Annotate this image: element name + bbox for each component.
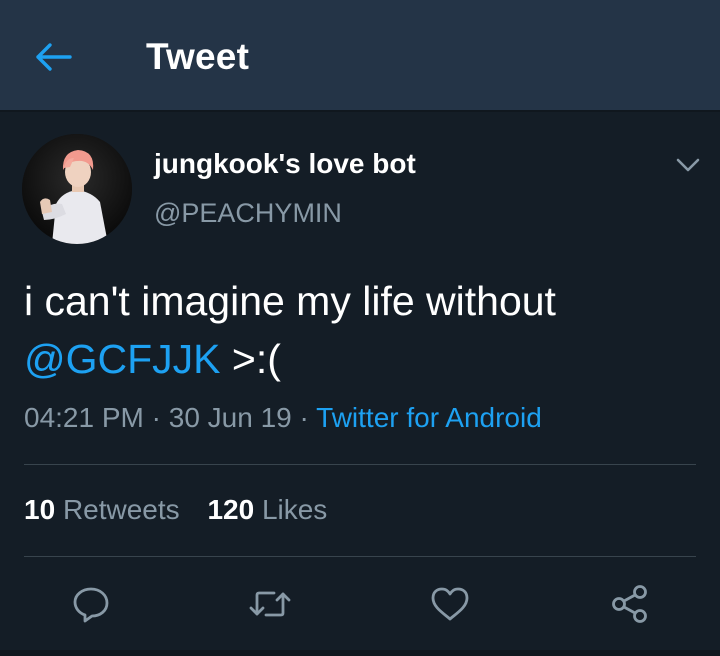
tweet-text-body: i can't imagine my life without bbox=[24, 278, 556, 324]
retweets-label: Retweets bbox=[62, 494, 180, 525]
like-button[interactable] bbox=[428, 582, 472, 626]
retweet-button[interactable] bbox=[248, 582, 292, 626]
tweet-text-tail: >:( bbox=[220, 336, 281, 382]
divider bbox=[24, 556, 696, 557]
tweet-stats: 10 Retweets 120 Likes bbox=[24, 494, 327, 526]
reply-icon bbox=[73, 587, 109, 623]
top-app-bar: Tweet bbox=[0, 0, 720, 112]
heart-icon bbox=[431, 587, 469, 621]
bottom-divider bbox=[0, 650, 720, 656]
chevron-down-icon bbox=[676, 158, 700, 172]
divider bbox=[24, 464, 696, 465]
display-name[interactable]: jungkook's love bot bbox=[154, 148, 416, 180]
tweet-options-button[interactable] bbox=[670, 150, 706, 180]
meta-separator: · bbox=[143, 402, 169, 433]
tweet-text: i can't imagine my life without @GCFJJK … bbox=[24, 272, 694, 388]
share-icon bbox=[612, 585, 647, 623]
tweet-detail-screen: Tweet jungkook's love bot @PEACHYMIN i c… bbox=[0, 0, 720, 656]
avatar-image bbox=[22, 134, 132, 244]
reply-button[interactable] bbox=[69, 582, 113, 626]
meta-separator: · bbox=[291, 402, 317, 433]
likes-label: Likes bbox=[261, 494, 328, 525]
tweet-date: 30 Jun 19 bbox=[168, 402, 292, 433]
retweets-count: 10 bbox=[24, 494, 56, 525]
mention-link[interactable]: @GCFJJK bbox=[24, 336, 221, 382]
tweet-metadata: 04:21 PM · 30 Jun 19 · Twitter for Andro… bbox=[24, 402, 542, 434]
arrow-left-icon bbox=[36, 43, 72, 71]
retweets-stat[interactable]: 10 Retweets bbox=[24, 494, 180, 526]
user-handle[interactable]: @PEACHYMIN bbox=[154, 198, 342, 229]
tweet-time: 04:21 PM bbox=[24, 402, 144, 433]
likes-count: 120 bbox=[207, 494, 255, 525]
likes-stat[interactable]: 120 Likes bbox=[207, 494, 327, 526]
tweet-source-link[interactable]: Twitter for Android bbox=[316, 402, 542, 433]
back-button[interactable] bbox=[30, 36, 76, 78]
avatar[interactable] bbox=[22, 134, 132, 244]
retweet-icon bbox=[249, 591, 291, 617]
page-title: Tweet bbox=[146, 36, 250, 77]
share-button[interactable] bbox=[608, 582, 652, 626]
